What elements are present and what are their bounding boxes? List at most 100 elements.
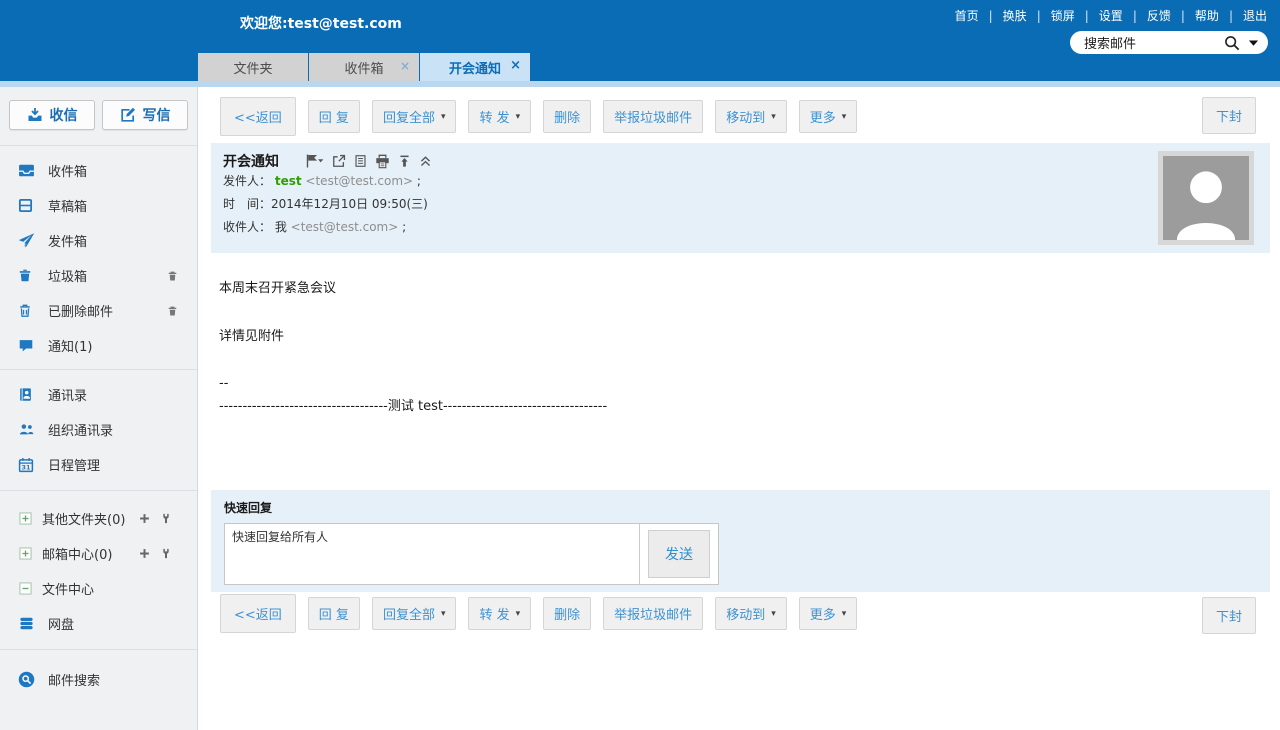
- toolbar-button-label: 移动到: [726, 604, 765, 623]
- mail-body-line: ------------------------------------测试 t…: [219, 397, 607, 417]
- toolbar-button[interactable]: 更多 ▾: [799, 100, 858, 133]
- group-actions: [139, 513, 171, 524]
- top-nav-link[interactable]: 帮助: [1190, 7, 1238, 24]
- toolbar-button-label: 回复全部: [383, 604, 435, 623]
- toolbar-button[interactable]: 回 复: [308, 100, 360, 133]
- caret-down-icon: ▾: [771, 112, 776, 122]
- view-source-icon[interactable]: [354, 154, 367, 168]
- sidebar-group-label: 其他文件夹(0): [42, 509, 125, 528]
- compose-button[interactable]: 收信: [9, 100, 95, 130]
- sidebar-item[interactable]: 已删除邮件: [0, 293, 197, 328]
- top-nav-link[interactable]: 反馈: [1142, 7, 1190, 24]
- toolbar-top: <<返回 回 复 回复全部 ▾ 转 发 ▾ 删除 举报垃圾邮件 移动到 ▾ 更多…: [220, 97, 857, 136]
- toolbar-button-label: 移动到: [726, 107, 765, 126]
- sidebar-item[interactable]: 收件箱: [0, 153, 197, 188]
- toolbar-button[interactable]: 举报垃圾邮件: [603, 100, 703, 133]
- sidebar-item[interactable]: 通讯录: [0, 377, 197, 412]
- mail-search-box[interactable]: 搜索邮件: [1070, 31, 1268, 54]
- toolbar-button[interactable]: 删除: [543, 597, 591, 630]
- open-new-window-icon[interactable]: [332, 154, 346, 168]
- receive-mail-icon: [27, 107, 43, 123]
- close-icon[interactable]: ×: [510, 59, 521, 72]
- mail-time: 2014年12月10日 09:50(三): [271, 197, 428, 211]
- tab-bar: 文件夹 收件箱 × 开会通知 ×: [198, 53, 531, 81]
- toolbar-button[interactable]: 回复全部 ▾: [372, 597, 457, 630]
- sidebar-group-label: 邮箱中心(0): [42, 544, 112, 563]
- sidebar-item-label: 通讯录: [48, 385, 87, 404]
- toolbar-button[interactable]: 转 发 ▾: [468, 100, 531, 133]
- sidebar-group-item[interactable]: 邮箱中心(0): [0, 536, 197, 571]
- caret-down-icon: ▾: [771, 609, 776, 619]
- sidebar-item-label: 日程管理: [48, 455, 100, 474]
- top-nav-link[interactable]: 首页: [950, 7, 998, 24]
- print-icon[interactable]: [375, 154, 390, 169]
- sidebar-item[interactable]: 通知(1): [0, 328, 197, 363]
- toolbar-button-label: 举报垃圾邮件: [614, 107, 692, 126]
- person-icon: [1163, 156, 1249, 240]
- empty-trash-icon[interactable]: [167, 305, 178, 317]
- send-button[interactable]: 发送: [648, 530, 710, 578]
- sidebar-item-mail-search[interactable]: 邮件搜索: [0, 662, 197, 697]
- compose-button[interactable]: 写信: [102, 100, 188, 130]
- next-mail-button[interactable]: 下封: [1202, 597, 1256, 634]
- mail-subject: 开会通知: [223, 151, 279, 171]
- toolbar-button[interactable]: 移动到 ▾: [715, 597, 787, 630]
- sidebar-item[interactable]: 31 日程管理: [0, 447, 197, 482]
- recipient-address: <test@test.com>: [291, 220, 399, 234]
- toolbar-button[interactable]: 回复全部 ▾: [372, 100, 457, 133]
- mail-time-line: 时 间：2014年12月10日 09:50(三): [223, 193, 1258, 216]
- inbox-icon: [18, 162, 37, 179]
- export-icon[interactable]: [398, 154, 411, 168]
- toolbar-button[interactable]: 移动到 ▾: [715, 100, 787, 133]
- tab[interactable]: 收件箱 ×: [309, 53, 419, 81]
- next-mail-button[interactable]: 下封: [1202, 97, 1256, 134]
- caret-down-icon: ▾: [842, 609, 847, 619]
- toolbar-button-label: 转 发: [479, 604, 509, 623]
- flag-icon[interactable]: [305, 154, 324, 168]
- compose-row: 收信 写信: [0, 87, 197, 130]
- manage-icon[interactable]: [161, 548, 171, 559]
- top-nav-link[interactable]: 退出: [1238, 7, 1272, 24]
- chevron-down-icon[interactable]: [1248, 39, 1259, 47]
- sidebar-group-item[interactable]: 其他文件夹(0): [0, 501, 197, 536]
- tab[interactable]: 开会通知 ×: [420, 53, 530, 81]
- minus-expander[interactable]: [19, 582, 34, 595]
- back-button[interactable]: <<返回: [220, 97, 296, 136]
- top-nav-link[interactable]: 锁屏: [1046, 7, 1094, 24]
- sender-avatar: [1158, 151, 1254, 245]
- mail-from-line: 发件人： test <test@test.com> ;: [223, 170, 1258, 193]
- header-nav: 首页换肤锁屏设置反馈帮助退出: [950, 7, 1272, 24]
- close-icon[interactable]: ×: [400, 60, 410, 72]
- sidebar-item[interactable]: 草稿箱: [0, 188, 197, 223]
- add-icon[interactable]: [139, 513, 150, 524]
- sidebar-item[interactable]: 组织通讯录: [0, 412, 197, 447]
- manage-icon[interactable]: [161, 513, 171, 524]
- tab[interactable]: 文件夹: [198, 53, 308, 81]
- collapse-icon[interactable]: [419, 154, 432, 168]
- plus-expander[interactable]: [19, 512, 34, 525]
- empty-trash-icon[interactable]: [167, 270, 178, 282]
- sidebar-item[interactable]: 发件箱: [0, 223, 197, 258]
- search-input[interactable]: 搜索邮件: [1084, 33, 1223, 52]
- top-nav-link[interactable]: 换肤: [998, 7, 1046, 24]
- toolbar-button[interactable]: 转 发 ▾: [468, 597, 531, 630]
- back-button[interactable]: <<返回: [220, 594, 296, 633]
- sidebar-group-item[interactable]: 文件中心: [0, 571, 197, 606]
- draft-icon: [18, 198, 37, 213]
- mail-body-line: 本周末召开紧急会议: [219, 279, 607, 299]
- add-icon[interactable]: [139, 548, 150, 559]
- sidebar-item-label: 已删除邮件: [48, 301, 113, 320]
- toolbar-button[interactable]: 删除: [543, 100, 591, 133]
- plus-expander[interactable]: [19, 547, 34, 560]
- mail-to-line: 收件人： 我 <test@test.com> ;: [223, 216, 1258, 239]
- toolbar-button[interactable]: 举报垃圾邮件: [603, 597, 703, 630]
- quick-reply-input[interactable]: 快速回复给所有人: [225, 524, 640, 584]
- top-nav-link[interactable]: 设置: [1094, 7, 1142, 24]
- sender-name: test: [275, 174, 302, 188]
- search-icon[interactable]: [1223, 34, 1241, 52]
- sidebar-item[interactable]: 垃圾箱: [0, 258, 197, 293]
- toolbar-button[interactable]: 更多 ▾: [799, 597, 858, 630]
- toolbar-button[interactable]: 回 复: [308, 597, 360, 630]
- group-actions: [139, 548, 171, 559]
- sidebar-group-item[interactable]: 网盘: [0, 606, 197, 641]
